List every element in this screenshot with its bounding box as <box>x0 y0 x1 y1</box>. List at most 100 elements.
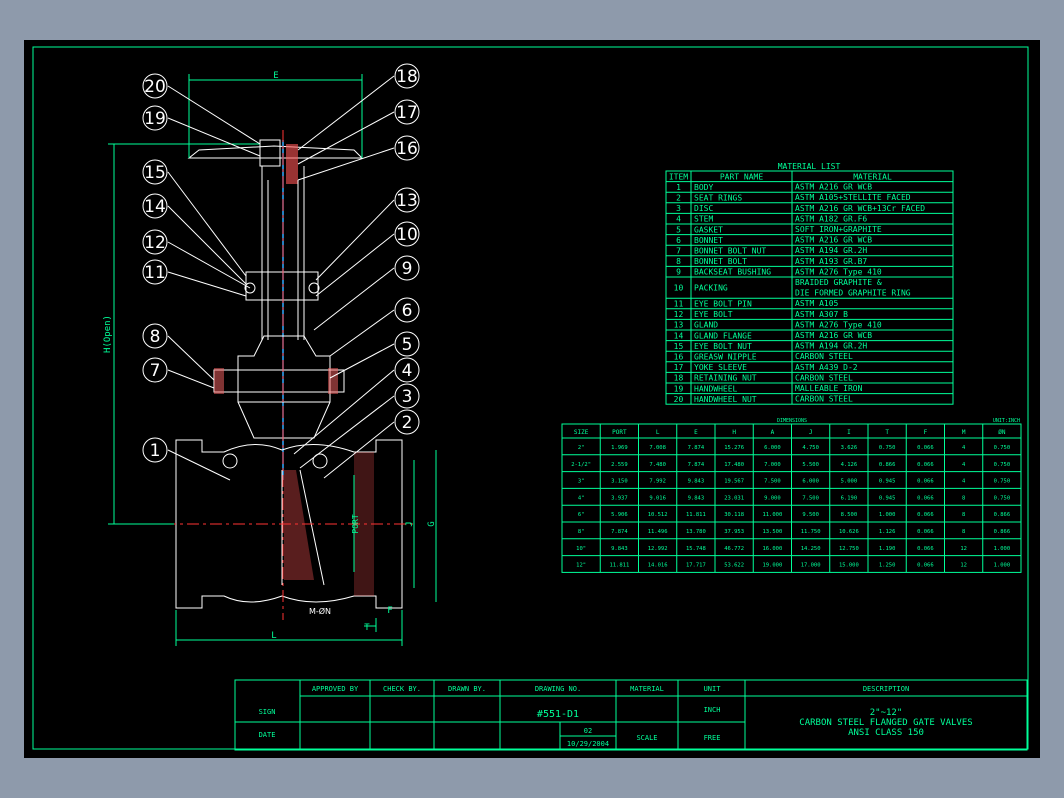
dim-cell: 11.811 <box>609 563 629 569</box>
callout-number-20: 20 <box>144 77 166 97</box>
dim-label-g: G <box>427 521 437 526</box>
unit-value: INCH <box>704 706 721 714</box>
material-list-table: MATERIAL LIST ITEM PART NAME MATERIAL 1 BODY A… <box>665 162 954 405</box>
callout-number-12: 12 <box>144 233 166 253</box>
dim-cell: 12 <box>960 546 967 552</box>
dim-cell: 11.811 <box>686 512 706 518</box>
dim-cell: 1.000 <box>994 546 1011 552</box>
dim-cell: 0.066 <box>917 529 934 535</box>
material-value: CARBON STEEL <box>795 373 853 382</box>
material-part-name: SEAT RINGS <box>694 194 742 203</box>
dim-cell: 10" <box>576 546 586 552</box>
dim-cell: 0.750 <box>994 495 1011 501</box>
date-label: DATE <box>259 731 276 739</box>
dim-cell: 4 <box>962 462 966 468</box>
dim-cell: 2.559 <box>611 462 628 468</box>
material-part-name: GASKET <box>694 225 723 234</box>
bonnet-flange <box>213 369 345 393</box>
dim-cell: 13.780 <box>686 529 706 535</box>
material-value: BRAIDED GRAPHITE & <box>795 278 882 287</box>
material-value: CARBON STEEL <box>795 352 853 361</box>
drawing-number: #551-D1 <box>537 709 579 720</box>
dim-cell: 1.000 <box>879 512 896 518</box>
dim-cell: 0.066 <box>917 563 934 569</box>
dim-cell: 5.500 <box>802 462 819 468</box>
material-value: ASTM A193 GR.B7 <box>795 257 867 266</box>
dim-cell: 4.126 <box>841 462 858 468</box>
title-header: DESCRIPTION <box>863 685 909 693</box>
material-part-name: EYE BOLT <box>694 310 733 319</box>
callout-number-9: 9 <box>402 259 413 279</box>
dim-cell: 6.000 <box>764 445 781 451</box>
material-list-title: MATERIAL LIST <box>778 162 841 171</box>
dim-cell: 46.772 <box>724 546 744 552</box>
dim-cell: 2-1/2" <box>571 462 591 468</box>
dim-cell: 3.626 <box>841 445 858 451</box>
title-header: MATERIAL <box>630 685 664 693</box>
dim-cell: 0.066 <box>917 462 934 468</box>
callout-number-19: 19 <box>144 109 166 129</box>
dim-cell: 19.567 <box>724 479 744 485</box>
dim-col-header: T <box>885 429 889 436</box>
title-header: APPROVED BY <box>312 685 359 693</box>
material-value: ASTM A276 Type 410 <box>795 320 882 329</box>
title-header: DRAWING NO. <box>535 685 581 693</box>
dim-cell: 15.748 <box>686 546 706 552</box>
material-value: ASTM A216 GR WCB <box>795 183 872 192</box>
description-size: 2"~12" <box>870 708 903 718</box>
callout-number-8: 8 <box>150 327 161 347</box>
dim-cell: 7.874 <box>611 529 628 535</box>
dim-cell: 5.000 <box>841 479 858 485</box>
dim-col-header: J <box>809 429 813 436</box>
dim-cell: 7.008 <box>649 445 666 451</box>
material-part-name: BONNET <box>694 236 723 245</box>
dim-cell: 6.190 <box>841 495 858 501</box>
material-value: ASTM A307 B <box>795 310 848 319</box>
material-part-name: BODY <box>694 183 713 192</box>
dim-cell: 1.000 <box>994 563 1011 569</box>
dim-cell: 9.500 <box>802 512 819 518</box>
dim-cell: 12.750 <box>839 546 859 552</box>
material-part-name: YOKE SLEEVE <box>694 363 747 372</box>
material-part-name: RETAINING NUT <box>694 374 757 383</box>
dim-cell: 8 <box>962 529 965 535</box>
dim-col-header: SIZE <box>574 429 589 436</box>
material-item-16: 16 <box>674 353 684 362</box>
dim-cell: 0.750 <box>994 445 1011 451</box>
material-item-2: 2 <box>676 194 681 203</box>
dim-cell: 13.500 <box>762 529 782 535</box>
dim-cell: 0.066 <box>917 546 934 552</box>
dim-cell: 23.031 <box>724 495 744 501</box>
description-title: CARBON STEEL FLANGED GATE VALVES <box>799 718 972 728</box>
dim-cell: 17.480 <box>724 462 744 468</box>
dim-cell: 11.000 <box>762 512 782 518</box>
callout-number-15: 15 <box>144 163 166 183</box>
material-part-name: BONNET BOLT NUT <box>694 247 766 256</box>
callout-number-13: 13 <box>396 191 418 211</box>
sheet-border <box>32 46 1029 750</box>
drawing-sheet: 1 2 3 4 5 6 7 8 9 10 11 12 13 14 15 16 17 18 19 20 E H(Open)… <box>24 40 1040 758</box>
material-part-name: BACKSEAT BUSHING <box>694 268 771 277</box>
sign-label: SIGN <box>259 708 276 716</box>
title-header: UNIT <box>704 685 722 693</box>
material-item-20: 20 <box>674 395 684 404</box>
dim-label-l: L <box>271 631 276 641</box>
dim-cell: 7.500 <box>764 479 781 485</box>
material-value: ASTM A216 GR WCB <box>795 236 872 245</box>
dim-label-e: E <box>273 71 278 81</box>
material-part-name: HANDWHEEL <box>694 384 738 393</box>
dimensions-table: DIMENSIONS UNIT:INCH SIZE PORT L E H A J I T F M ØN 2"… <box>561 418 1022 573</box>
material-item-13: 13 <box>674 321 684 330</box>
dim-label-port: PORT <box>351 514 360 533</box>
dim-col-header: E <box>694 429 698 436</box>
dim-cell: 9.843 <box>611 546 628 552</box>
material-value: ASTM A194 GR.2H <box>795 246 867 255</box>
scale-value: FREE <box>704 734 721 742</box>
material-item-14: 14 <box>674 331 684 340</box>
dim-col-header: A <box>771 429 775 436</box>
dim-cell: 3" <box>578 479 585 485</box>
dim-cell: 12.992 <box>648 546 668 552</box>
dim-cell: 4.750 <box>802 445 819 451</box>
cad-drawing: 1234567891011121314151617181920 EH(Open)… <box>32 46 1029 751</box>
dim-cell: 4" <box>578 495 585 501</box>
